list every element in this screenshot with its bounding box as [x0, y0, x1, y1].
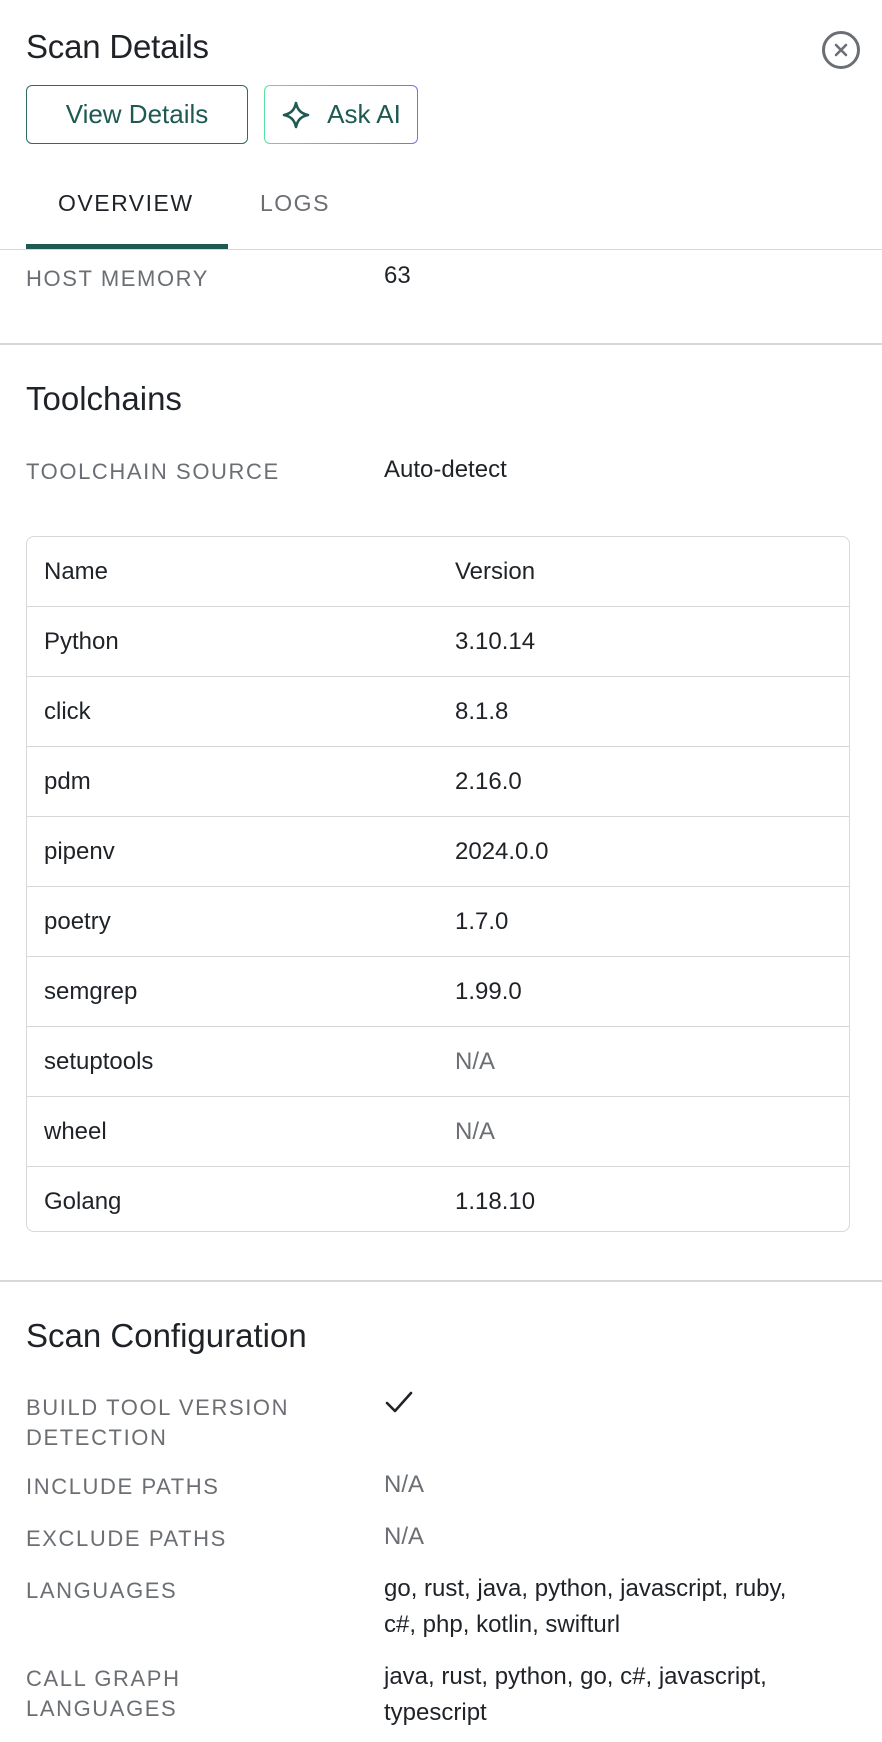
include-paths-label: INCLUDE PATHS — [26, 1474, 220, 1499]
page-title: Scan Details — [26, 28, 209, 65]
section-divider — [0, 1280, 882, 1282]
call-graph-value-line: java, rust, python, go, c#, javascript, — [384, 1663, 767, 1690]
column-header-name: Name — [44, 558, 109, 585]
ask-ai-button[interactable]: Ask AI — [264, 85, 418, 144]
toolchain-name: pdm — [44, 768, 91, 795]
table-header-row: Name Version — [27, 537, 849, 607]
table-row: semgrep 1.99.0 — [27, 957, 849, 1027]
toolchain-version: 8.1.8 — [455, 698, 509, 725]
toolchain-version: 1.18.10 — [455, 1188, 536, 1215]
toolchain-version: N/A — [455, 1118, 496, 1145]
table-row: Golang 1.18.10 — [27, 1167, 849, 1231]
check-icon — [385, 1391, 413, 1413]
exclude-paths-value: N/A — [384, 1523, 425, 1550]
toolchain-source-label: TOOLCHAIN SOURCE — [26, 459, 280, 484]
table-row: wheel N/A — [27, 1097, 849, 1167]
section-divider — [0, 343, 882, 345]
call-graph-languages-value: java, rust, python, go, c#, javascript, … — [384, 1659, 767, 1731]
toolchain-name: poetry — [44, 908, 111, 935]
exclude-paths-label: EXCLUDE PATHS — [26, 1526, 227, 1551]
ai-sparkle-icon — [282, 101, 310, 128]
toolchain-version: 2024.0.0 — [455, 838, 549, 865]
scan-configuration-title: Scan Configuration — [26, 1317, 307, 1354]
active-tab-indicator — [26, 244, 228, 249]
table-row: Python 3.10.14 — [27, 607, 849, 677]
toolchains-table: Name Version Python 3.10.14 click 8.1.8 … — [26, 536, 850, 1232]
view-details-label: View Details — [65, 99, 209, 129]
tab-logs[interactable]: LOGS — [260, 190, 330, 217]
call-graph-label-line: CALL GRAPH — [26, 1666, 181, 1691]
languages-value-line: go, rust, java, python, javascript, ruby… — [384, 1575, 787, 1602]
toolchain-name: pipenv — [44, 838, 115, 865]
toolchain-name: setuptools — [44, 1048, 154, 1075]
table-row: setuptools N/A — [27, 1027, 849, 1097]
toolchain-version: 3.10.14 — [455, 628, 536, 655]
tab-overview[interactable]: OVERVIEW — [58, 190, 194, 217]
toolchains-title: Toolchains — [26, 380, 182, 417]
table-row: click 8.1.8 — [27, 677, 849, 747]
languages-value: go, rust, java, python, javascript, ruby… — [384, 1571, 786, 1643]
host-memory-label: HOST MEMORY — [26, 266, 210, 291]
toolchain-name: click — [44, 698, 91, 725]
toolchain-name: Python — [44, 628, 119, 655]
toolchain-name: semgrep — [44, 978, 138, 1005]
table-row: poetry 1.7.0 — [27, 887, 849, 957]
toolchain-version: 1.7.0 — [455, 908, 509, 935]
call-graph-value-line: typescript — [384, 1699, 487, 1726]
panel-header: Scan Details View Details Ask AI OVERVIE… — [0, 0, 882, 250]
column-header-version: Version — [455, 558, 536, 585]
view-details-button[interactable]: View Details — [26, 85, 248, 144]
toolchain-version: 1.99.0 — [455, 978, 522, 1005]
toolchain-name: wheel — [44, 1118, 107, 1145]
toolchain-source-value: Auto-detect — [384, 456, 507, 483]
languages-value-line: c#, php, kotlin, swifturl — [384, 1611, 621, 1638]
build-tool-detection-label-line: DETECTION — [26, 1425, 168, 1450]
table-row: pipenv 2024.0.0 — [27, 817, 849, 887]
toolchain-version: N/A — [455, 1048, 496, 1075]
call-graph-label-line: LANGUAGES — [26, 1696, 178, 1721]
close-button[interactable] — [822, 31, 860, 69]
call-graph-languages-label: CALL GRAPH LANGUAGES — [26, 1664, 181, 1724]
languages-label: LANGUAGES — [26, 1578, 178, 1603]
ask-ai-label: Ask AI — [327, 99, 401, 129]
build-tool-detection-label: BUILD TOOL VERSION DETECTION — [26, 1393, 289, 1453]
build-tool-detection-label-line: BUILD TOOL VERSION — [26, 1395, 290, 1420]
toolchain-name: Golang — [44, 1188, 122, 1215]
table-row: pdm 2.16.0 — [27, 747, 849, 817]
host-memory-value: 63 — [384, 262, 411, 289]
toolchain-version: 2.16.0 — [455, 768, 522, 795]
close-icon — [834, 43, 848, 57]
tab-bar: OVERVIEW LOGS — [0, 170, 882, 250]
include-paths-value: N/A — [384, 1471, 425, 1498]
